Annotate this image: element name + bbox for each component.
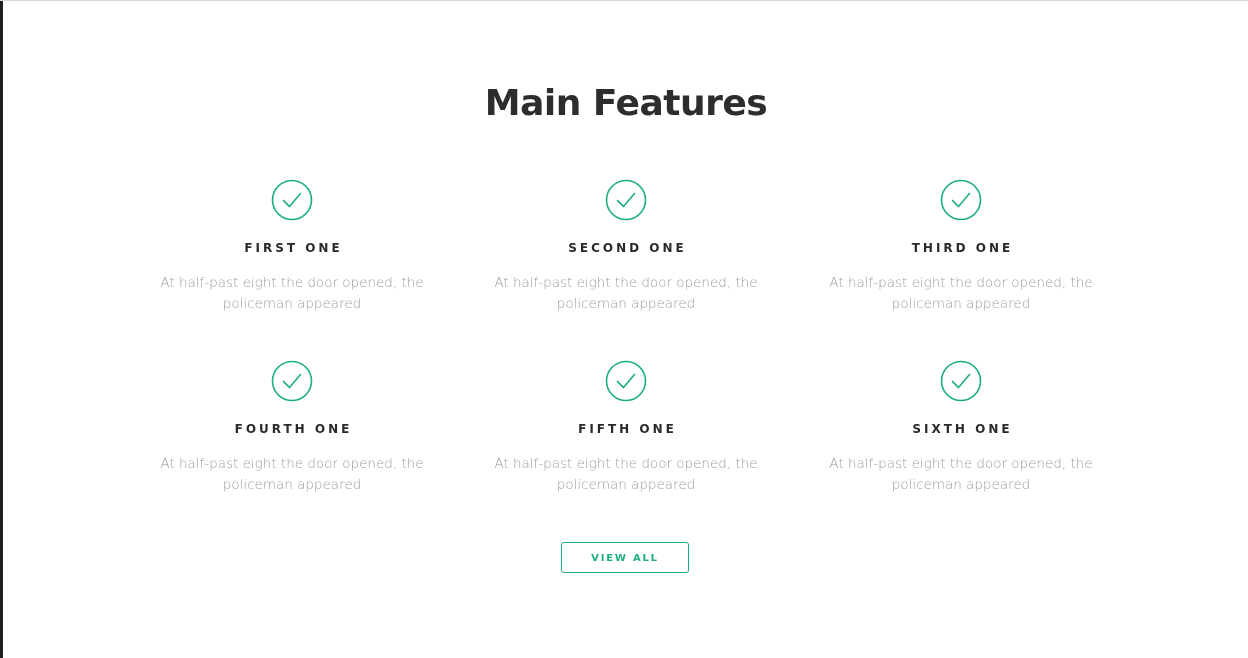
feature-description: At half-past eight the door opened, the … — [829, 456, 1093, 493]
check-circle-icon — [271, 360, 313, 402]
feature-title: THIRD ONE — [911, 241, 1014, 255]
feature-item-2: SECOND ONE At half-past eight the door o… — [476, 179, 776, 315]
window-top-border — [0, 0, 1248, 1]
feature-title: SIXTH ONE — [912, 422, 1013, 436]
check-circle-icon — [605, 360, 647, 402]
feature-title: FIRST ONE — [244, 241, 343, 255]
feature-item-3: THIRD ONE At half-past eight the door op… — [811, 179, 1111, 315]
feature-title: SECOND ONE — [568, 241, 687, 255]
feature-item-6: SIXTH ONE At half-past eight the door op… — [811, 360, 1111, 496]
feature-description: At half-past eight the door opened, the … — [494, 275, 758, 312]
feature-item-1: FIRST ONE At half-past eight the door op… — [142, 179, 442, 315]
feature-description: At half-past eight the door opened, the … — [829, 275, 1093, 312]
check-circle-icon — [940, 360, 982, 402]
feature-item-5: FIFTH ONE At half-past eight the door op… — [476, 360, 776, 496]
feature-description: At half-past eight the door opened, the … — [160, 456, 424, 493]
view-all-button[interactable]: VIEW ALL — [561, 542, 689, 573]
feature-description: At half-past eight the door opened, the … — [160, 275, 424, 312]
feature-item-4: FOURTH ONE At half-past eight the door o… — [142, 360, 442, 496]
check-circle-icon — [271, 179, 313, 221]
feature-title: FIFTH ONE — [578, 422, 677, 436]
feature-title: FOURTH ONE — [234, 422, 353, 436]
page-title: Main Features — [484, 83, 768, 124]
feature-description: At half-past eight the door opened, the … — [494, 456, 758, 493]
check-circle-icon — [940, 179, 982, 221]
check-circle-icon — [605, 179, 647, 221]
